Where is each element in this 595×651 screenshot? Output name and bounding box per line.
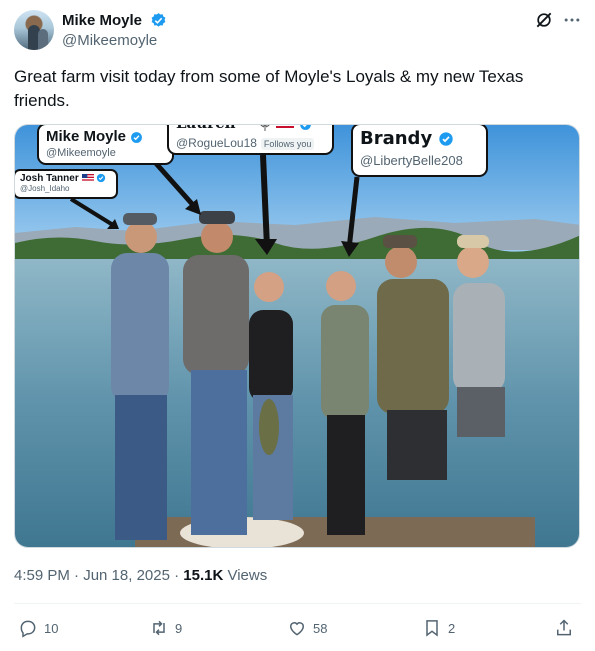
like-icon <box>289 622 305 636</box>
like-button[interactable]: 58 <box>287 616 327 640</box>
tweet-meta: 4:59 PM · Jun 18, 2025 · 15.1K Views <box>14 567 267 584</box>
photo-tag-brandy[interactable]: Brandy @LibertyBelle208 <box>351 125 488 177</box>
bookmark-button[interactable]: 2 <box>422 616 455 640</box>
photo-tag-lauren-name: Lauren ~ <box>176 125 253 132</box>
photo-tag-lauren[interactable]: Lauren ~ @RogueLou18Follows you <box>167 125 334 155</box>
more-icon[interactable] <box>562 10 582 30</box>
photo-tag-josh-name: Josh Tanner <box>20 173 79 184</box>
divider <box>14 603 581 604</box>
verified-badge-icon <box>97 174 106 183</box>
verified-badge-icon <box>131 131 143 143</box>
repost-icon <box>153 620 165 636</box>
share-icon <box>557 619 571 636</box>
photo-tag-josh[interactable]: Josh Tanner @Josh_Idaho <box>15 169 118 199</box>
photo-tag-mike-name: Mike Moyle <box>46 128 127 145</box>
us-flag-icon <box>275 125 294 130</box>
verified-badge-icon <box>439 132 454 146</box>
action-bar: 10 9 58 2 <box>14 616 581 640</box>
like-count: 58 <box>313 620 328 636</box>
photo-tag-brandy-name: Brandy <box>360 128 433 149</box>
microphone-icon <box>259 125 270 131</box>
tweet-header: Mike Moyle @Mikeemoyle <box>14 10 581 52</box>
us-flag-icon <box>81 174 94 183</box>
avatar-figure-secondary <box>38 29 48 50</box>
views-count: 15.1K <box>183 567 224 584</box>
grok-icon[interactable] <box>534 10 554 30</box>
reply-icon <box>20 620 36 638</box>
timestamp[interactable]: 4:59 PM · Jun 18, 2025 <box>14 567 170 584</box>
verified-badge-icon <box>300 125 311 130</box>
photo-tag-brandy-handle: @LibertyBelle208 <box>360 153 463 168</box>
author-handle[interactable]: @Mikeemoyle <box>62 32 157 49</box>
photo-tag-mike-handle: @Mikeemoyle <box>46 147 116 159</box>
repost-button[interactable]: 9 <box>149 616 182 640</box>
reply-count: 10 <box>44 620 59 636</box>
author-name[interactable]: Mike Moyle <box>62 12 142 29</box>
bookmark-icon <box>426 620 438 637</box>
share-button[interactable] <box>554 616 580 640</box>
tweet-photo[interactable]: Mike Moyle @Mikeemoyle Lauren ~ @RogueLo… <box>14 124 580 548</box>
photo-tag-lauren-handle: @RogueLou18 <box>176 136 257 150</box>
photo-tag-mike[interactable]: Mike Moyle @Mikeemoyle <box>37 125 174 165</box>
bookmark-count: 2 <box>448 620 456 636</box>
tweet-text: Great farm visit today from some of Moyl… <box>14 67 524 110</box>
follows-you-badge: Follows you <box>260 138 315 150</box>
verified-badge-icon <box>151 13 166 27</box>
photo-tag-josh-handle: @Josh_Idaho <box>20 184 70 193</box>
reply-button[interactable]: 10 <box>18 616 58 640</box>
meta-separator: · <box>169 567 184 584</box>
views-label: Views <box>223 567 268 584</box>
avatar[interactable] <box>14 10 54 50</box>
repost-count: 9 <box>175 620 183 636</box>
